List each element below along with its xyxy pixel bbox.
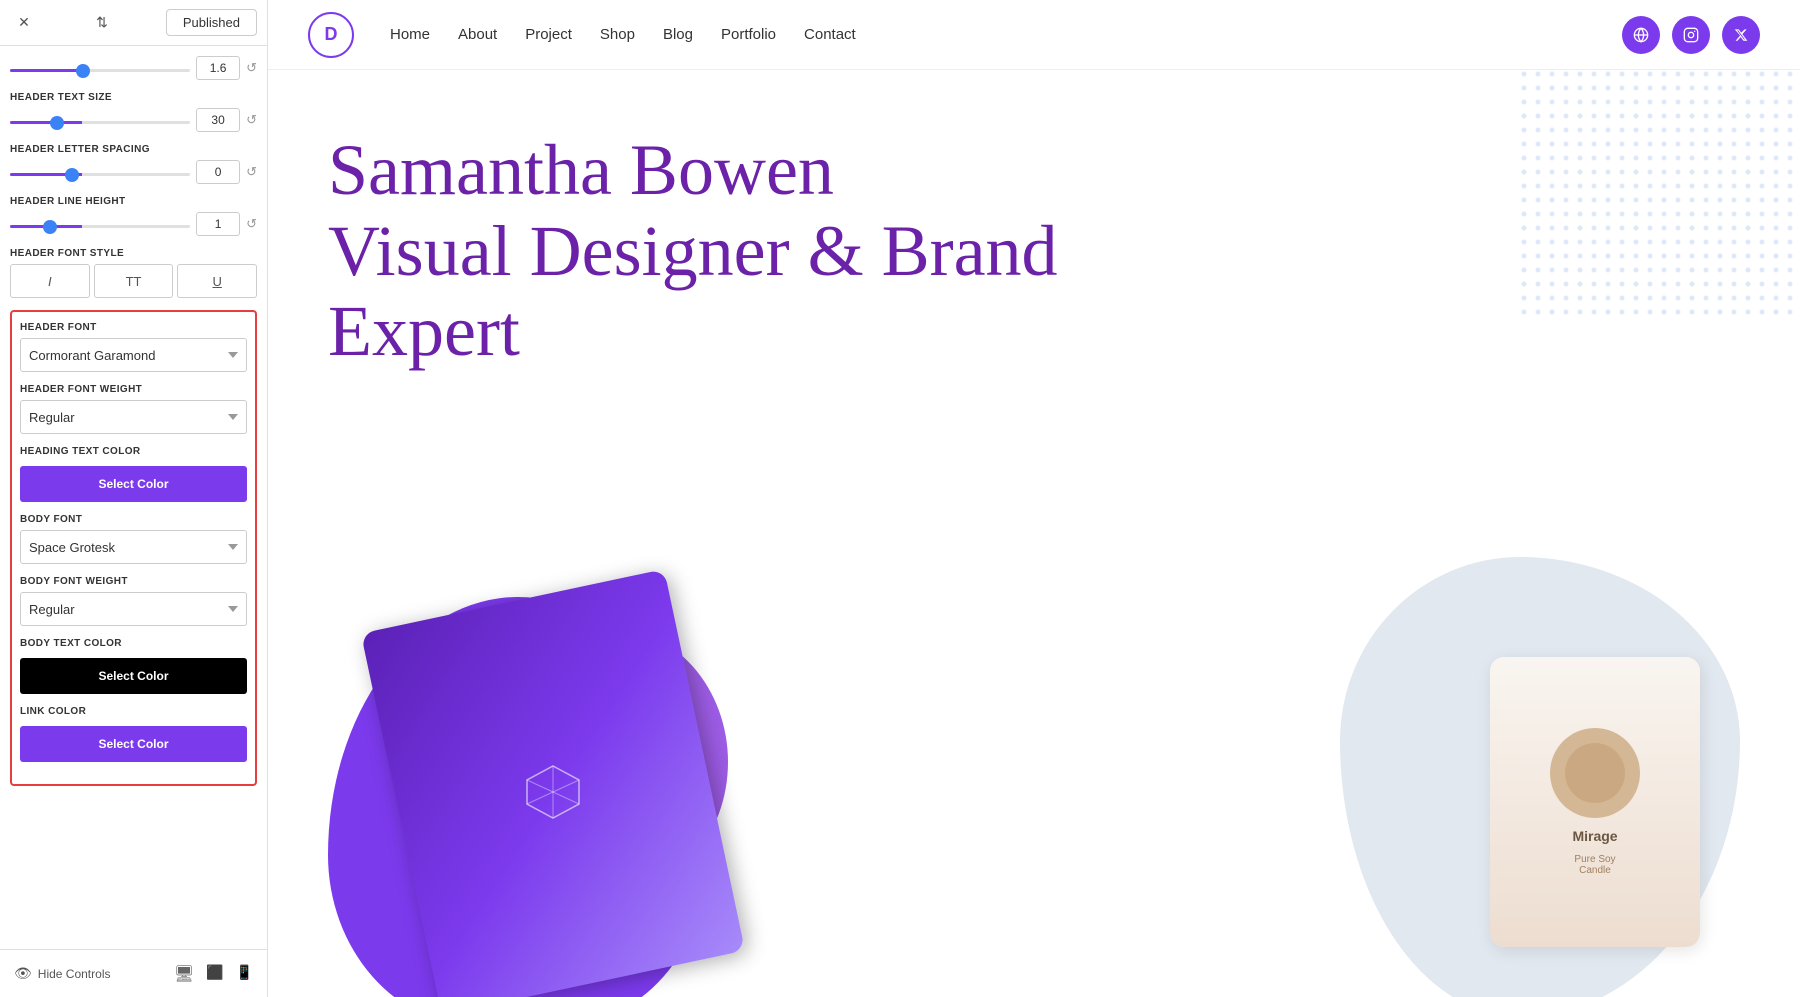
candle-card: Mirage Pure SoyCandle — [1490, 657, 1700, 947]
twitter-x-icon[interactable] — [1722, 16, 1760, 54]
left-panel: ✕ ⇅ Published 1.6 ↺ HEADER TEXT SIZE 30 — [0, 0, 268, 997]
heading-text-color-label: HEADING TEXT COLOR — [20, 446, 247, 457]
header-font-control: HEADER FONT Cormorant Garamond Georgia T… — [20, 322, 247, 372]
nav-links: Home About Project Shop Blog Portfolio C… — [390, 26, 856, 44]
hero-text: Samantha Bowen Visual Designer & Brand E… — [328, 130, 1058, 372]
hero-title-line2: Visual Designer & Brand — [328, 211, 1058, 291]
top-slider-reset[interactable]: ↺ — [246, 60, 257, 76]
body-font-label: BODY FONT — [20, 514, 247, 525]
published-button[interactable]: Published — [166, 9, 257, 36]
heading-text-color-control: HEADING TEXT COLOR Select Color — [20, 446, 247, 502]
eye-icon: 👁 — [14, 965, 32, 982]
heading-text-color-button[interactable]: Select Color — [20, 466, 247, 502]
geometric-icon — [523, 762, 583, 822]
panel-top-bar: ✕ ⇅ Published — [0, 0, 267, 46]
body-text-color-button[interactable]: Select Color — [20, 658, 247, 694]
body-font-weight-control: BODY FONT WEIGHT Regular Bold Light — [20, 576, 247, 626]
nav-left: D Home About Project Shop Blog Portfolio… — [308, 12, 856, 58]
body-font-control: BODY FONT Space Grotesk Arial Helvetica — [20, 514, 247, 564]
tt-button[interactable]: TT — [94, 264, 174, 298]
candle-brand: Mirage — [1572, 828, 1617, 844]
candle-subtitle: Pure SoyCandle — [1558, 854, 1631, 876]
header-line-height-reset[interactable]: ↺ — [246, 216, 257, 232]
header-letter-spacing-slider[interactable] — [10, 173, 190, 176]
header-font-weight-select[interactable]: Regular Bold Light — [20, 400, 247, 434]
header-text-size-label: HEADER TEXT SIZE — [10, 92, 257, 103]
header-font-select[interactable]: Cormorant Garamond Georgia Times New Rom… — [20, 338, 247, 372]
nav-portfolio[interactable]: Portfolio — [721, 26, 776, 43]
highlighted-font-section: HEADER FONT Cormorant Garamond Georgia T… — [10, 310, 257, 786]
nav-blog[interactable]: Blog — [663, 26, 693, 43]
site-logo[interactable]: D — [308, 12, 354, 58]
header-line-height-control: HEADER LINE HEIGHT 1 ↺ — [10, 196, 257, 236]
nav-shop[interactable]: Shop — [600, 26, 635, 43]
link-color-label: LINK COLOR — [20, 706, 247, 717]
header-line-height-value[interactable]: 1 — [196, 212, 240, 236]
arrows-icon[interactable]: ⇅ — [88, 9, 116, 37]
hero-title-line1: Samantha Bowen — [328, 130, 834, 210]
header-font-weight-label: HEADER FONT WEIGHT — [20, 384, 247, 395]
header-font-weight-control: HEADER FONT WEIGHT Regular Bold Light — [20, 384, 247, 434]
device-icons: 🖥 ⬛ 📱 — [174, 964, 253, 984]
close-icon[interactable]: ✕ — [10, 9, 38, 37]
globe-icon[interactable] — [1622, 16, 1660, 54]
nav-contact[interactable]: Contact — [804, 26, 856, 43]
dot-pattern — [1520, 70, 1800, 320]
body-font-select[interactable]: Space Grotesk Arial Helvetica — [20, 530, 247, 564]
hero-title-line3: Expert — [328, 291, 520, 371]
top-slider[interactable] — [10, 69, 190, 72]
body-text-color-control: BODY TEXT COLOR Select Color — [20, 638, 247, 694]
hero-section: Samantha Bowen Visual Designer & Brand E… — [268, 70, 1800, 997]
hero-title: Samantha Bowen Visual Designer & Brand E… — [328, 130, 1058, 372]
nav-right — [1622, 16, 1760, 54]
header-text-size-reset[interactable]: ↺ — [246, 112, 257, 128]
hide-controls-label: Hide Controls — [38, 967, 111, 981]
panel-scroll-area: 1.6 ↺ HEADER TEXT SIZE 30 ↺ HEADER LETTE… — [0, 46, 267, 949]
hero-imagery: Mirage Pure SoyCandle — [268, 537, 1800, 997]
instagram-icon[interactable] — [1672, 16, 1710, 54]
hide-controls-button[interactable]: 👁 Hide Controls — [14, 965, 110, 982]
body-text-color-label: BODY TEXT COLOR — [20, 638, 247, 649]
body-font-weight-label: BODY FONT WEIGHT — [20, 576, 247, 587]
navbar: D Home About Project Shop Blog Portfolio… — [268, 0, 1800, 70]
header-line-height-slider[interactable] — [10, 225, 190, 228]
panel-bottom-bar: 👁 Hide Controls 🖥 ⬛ 📱 — [0, 949, 267, 997]
body-font-weight-select[interactable]: Regular Bold Light — [20, 592, 247, 626]
nav-project[interactable]: Project — [525, 26, 572, 43]
header-text-size-value[interactable]: 30 — [196, 108, 240, 132]
nav-home[interactable]: Home — [390, 26, 430, 43]
header-text-size-control: HEADER TEXT SIZE 30 ↺ — [10, 92, 257, 132]
header-font-style-label: HEADER FONT STYLE — [10, 248, 257, 259]
header-line-height-label: HEADER LINE HEIGHT — [10, 196, 257, 207]
link-color-button[interactable]: Select Color — [20, 726, 247, 762]
link-color-control: LINK COLOR Select Color — [20, 706, 247, 762]
top-slider-value[interactable]: 1.6 — [196, 56, 240, 80]
header-letter-spacing-value[interactable]: 0 — [196, 160, 240, 184]
header-letter-spacing-control: HEADER LETTER SPACING 0 ↺ — [10, 144, 257, 184]
tablet-icon[interactable]: ⬛ — [206, 964, 223, 984]
italic-button[interactable]: I — [10, 264, 90, 298]
top-slider-row: 1.6 ↺ — [10, 56, 257, 80]
candle-circle — [1550, 728, 1640, 818]
main-content: D Home About Project Shop Blog Portfolio… — [268, 0, 1800, 997]
header-font-label: HEADER FONT — [20, 322, 247, 333]
underline-button[interactable]: U — [177, 264, 257, 298]
header-text-size-slider[interactable] — [10, 121, 190, 124]
monitor-icon[interactable]: 🖥 — [174, 964, 194, 984]
header-letter-spacing-label: HEADER LETTER SPACING — [10, 144, 257, 155]
mobile-icon[interactable]: 📱 — [236, 964, 253, 984]
header-font-style-control: HEADER FONT STYLE I TT U — [10, 248, 257, 298]
nav-about[interactable]: About — [458, 26, 497, 43]
header-letter-spacing-reset[interactable]: ↺ — [246, 164, 257, 180]
